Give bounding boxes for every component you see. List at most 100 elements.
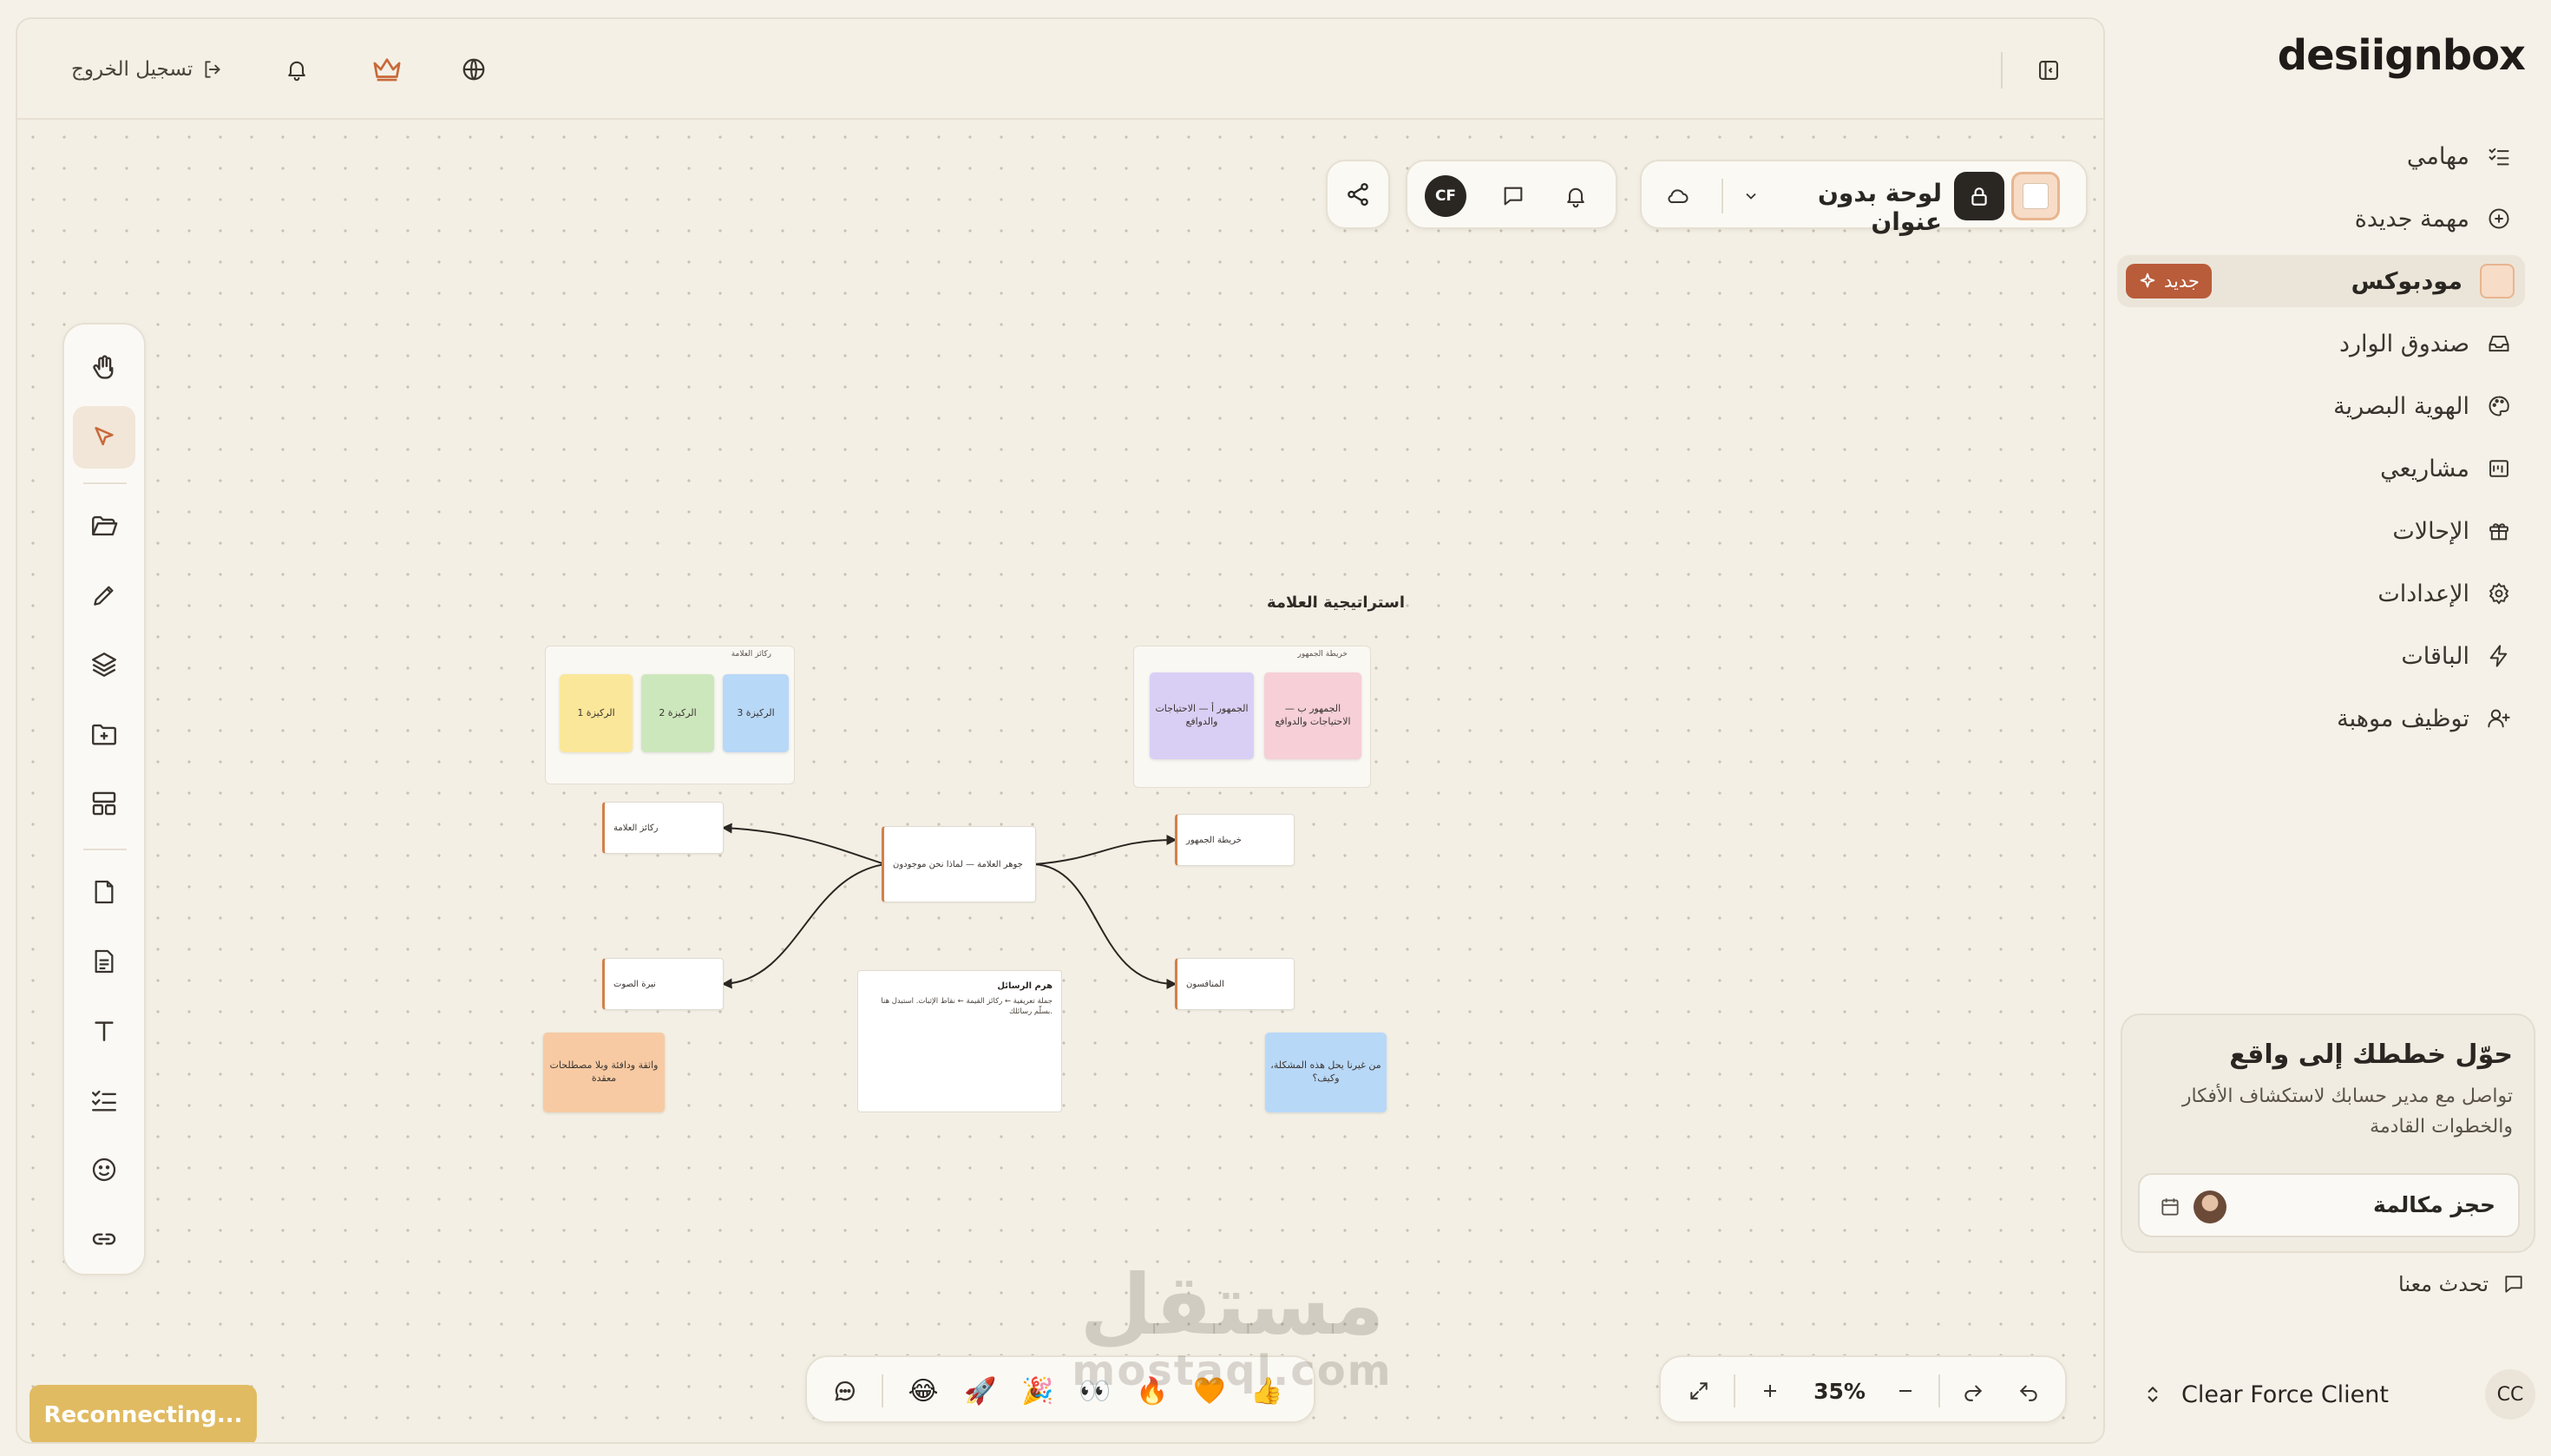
promo-card: حوّل خططك إلى واقع تواصل مع مدير حسابك ل… [2121, 1013, 2535, 1253]
crown-icon [373, 58, 401, 82]
sticky-note-tool[interactable] [73, 861, 135, 923]
collapse-sidebar-button[interactable] [2032, 54, 2065, 87]
redo-button[interactable] [1956, 1374, 1990, 1407]
user-plus-icon [2488, 709, 2510, 728]
reaction-divider [882, 1374, 883, 1407]
select-tool[interactable] [73, 406, 135, 469]
topbar-divider [2001, 52, 2003, 89]
sidebar-item-moodbox[interactable]: مودبوكس جديد [2117, 255, 2525, 307]
tool-divider [83, 849, 127, 850]
plus-circle-icon [2489, 208, 2509, 229]
hand-tool[interactable] [73, 337, 135, 399]
chat-with-us-link[interactable]: تحدث معنا [2398, 1272, 2525, 1296]
layers-tool[interactable] [73, 633, 135, 696]
mindmap-node-pillars[interactable]: ركائز العلامة [602, 802, 724, 854]
moodbox-icon [2480, 264, 2515, 298]
gear-icon [2489, 582, 2509, 605]
mindmap-node-competitors[interactable]: المنافسون [1175, 958, 1295, 1010]
palette-icon [2489, 396, 2509, 416]
premium-crown-button[interactable] [368, 52, 406, 87]
calendar-icon [2159, 1196, 2181, 1218]
client-name: Clear Force Client [2181, 1381, 2389, 1408]
frame-title: خريطة الجمهور [1297, 650, 1348, 659]
reaction-4[interactable]: 🎉 [1019, 1373, 1057, 1409]
zoom-divider [1938, 1374, 1940, 1407]
tool-divider [83, 482, 127, 484]
sidebar-item-my-tasks[interactable]: مهامي [2117, 130, 2525, 182]
mindmap-node-voice[interactable]: نبرة الصوت [602, 958, 724, 1010]
chat-label: تحدث معنا [2398, 1272, 2489, 1296]
sidebar-item-plans[interactable]: الباقات [2117, 630, 2525, 682]
sidebar-item-new-task[interactable]: مهمة جديدة [2117, 193, 2525, 245]
sparkle-icon [2138, 272, 2157, 291]
sidebar-item-label: الباقات [2401, 642, 2469, 670]
sidebar-item-projects[interactable]: مشاريعي [2117, 443, 2525, 495]
frame-title: ركائز العلامة [731, 650, 771, 659]
reaction-5[interactable]: 🚀 [961, 1373, 1000, 1409]
emoji-tool[interactable] [73, 1138, 135, 1201]
mindmap-node-audience[interactable]: خريطة الجمهور [1175, 814, 1295, 866]
gift-icon [2489, 523, 2508, 541]
notifications-bell-button[interactable] [279, 52, 314, 87]
note-icon [95, 880, 114, 904]
checklist-tool[interactable] [73, 1069, 135, 1131]
language-button[interactable] [456, 52, 491, 87]
reaction-1[interactable]: 🧡 [1190, 1373, 1229, 1409]
whiteboard-canvas[interactable]: لوحة بدون عنوان CF استراتيجية العلامة رك… [17, 121, 2103, 1442]
document-tool[interactable] [73, 930, 135, 993]
smiley-icon [92, 1158, 116, 1182]
mindmap-node-center[interactable]: جوهر العلامة — لماذا نحن موجودون [882, 826, 1036, 902]
layers-icon [92, 653, 116, 677]
message-card-title: هرم الرسائل [997, 981, 1053, 991]
book-call-button[interactable]: حجز مكالمة [2138, 1173, 2520, 1237]
sidebar-item-referrals[interactable]: الإحالات [2117, 505, 2525, 557]
sidebar-toggle-icon [2039, 61, 2058, 80]
promo-body: تواصل مع مدير حسابك لاستكشاف الأفكار وال… [2181, 1085, 2513, 1138]
sidebar-item-inbox[interactable]: صندوق الوارد [2117, 318, 2525, 370]
cursor-arrow-icon [95, 427, 114, 446]
fit-to-screen-button[interactable] [1682, 1374, 1716, 1407]
sidebar-item-hire-talent[interactable]: توظيف موهبة [2117, 692, 2525, 744]
top-bar: تسجيل الخروج [17, 19, 2103, 120]
message-card[interactable]: هرم الرسائل جملة تعريفية ← ركائز القيمة … [857, 970, 1062, 1112]
sidebar-item-label: مهمة جديدة [2354, 205, 2469, 233]
templates-tool[interactable] [73, 772, 135, 835]
logout-button[interactable]: تسجيل الخروج [71, 52, 224, 87]
zoom-controls: 35% [1659, 1355, 2067, 1423]
sticky-note[interactable]: الركيزة 2 [641, 674, 714, 752]
sticky-note[interactable]: الجمهور ب — الاحتياجات والدوافع [1264, 672, 1361, 759]
text-tool[interactable] [73, 1000, 135, 1062]
reaction-3[interactable]: 👀 [1076, 1373, 1114, 1409]
brand-logo[interactable]: desiignbox [2278, 31, 2526, 80]
reaction-6[interactable]: 😂 [904, 1373, 942, 1409]
reaction-2[interactable]: 🔥 [1133, 1373, 1171, 1409]
layout-icon [92, 791, 116, 816]
undo-button[interactable] [2011, 1374, 2046, 1407]
zoom-level: 35% [1813, 1378, 1866, 1404]
sidebar-item-label: مودبوكس [2351, 267, 2462, 295]
sticky-note[interactable]: الركيزة 3 [723, 674, 789, 752]
zoom-divider [1734, 1374, 1735, 1407]
zoom-in-button[interactable] [1753, 1374, 1787, 1407]
reaction-bar: 👍 🧡 🔥 👀 🎉 🚀 😂 [805, 1355, 1315, 1423]
pillars-frame[interactable]: ركائز العلامة الركيزة 3 الركيزة 2 الركيز… [545, 646, 795, 784]
zoom-out-button[interactable] [1888, 1374, 1923, 1407]
sticky-note[interactable]: واثقة ودافئة وبلا مصطلحات معقدة [543, 1033, 665, 1112]
link-icon [92, 1233, 116, 1245]
sticky-note[interactable]: الركيزة 1 [560, 674, 633, 752]
new-badge-label: جديد [2164, 271, 2200, 292]
audience-frame[interactable]: خريطة الجمهور الجمهور ب — الاحتياجات وال… [1133, 646, 1371, 788]
pen-tool[interactable] [73, 564, 135, 626]
link-tool[interactable] [73, 1208, 135, 1270]
add-comment-button[interactable] [826, 1373, 864, 1409]
reaction-0[interactable]: 👍 [1248, 1373, 1286, 1409]
sticky-note[interactable]: الجمهور أ — الاحتياجات والدوافع [1150, 672, 1254, 759]
sidebar-item-brand-identity[interactable]: الهوية البصرية [2117, 380, 2525, 432]
folder-plus-icon [92, 724, 116, 745]
sticky-note[interactable]: من غيرنا يحل هذه المشكلة، وكيف؟ [1265, 1033, 1387, 1112]
add-folder-tool[interactable] [73, 703, 135, 765]
account-switcher[interactable]: Clear Force Client CC [2122, 1367, 2535, 1421]
sidebar-item-settings[interactable]: الإعدادات [2117, 567, 2525, 620]
open-folder-tool[interactable] [73, 495, 135, 557]
sidebar-item-label: مشاريعي [2380, 455, 2469, 482]
